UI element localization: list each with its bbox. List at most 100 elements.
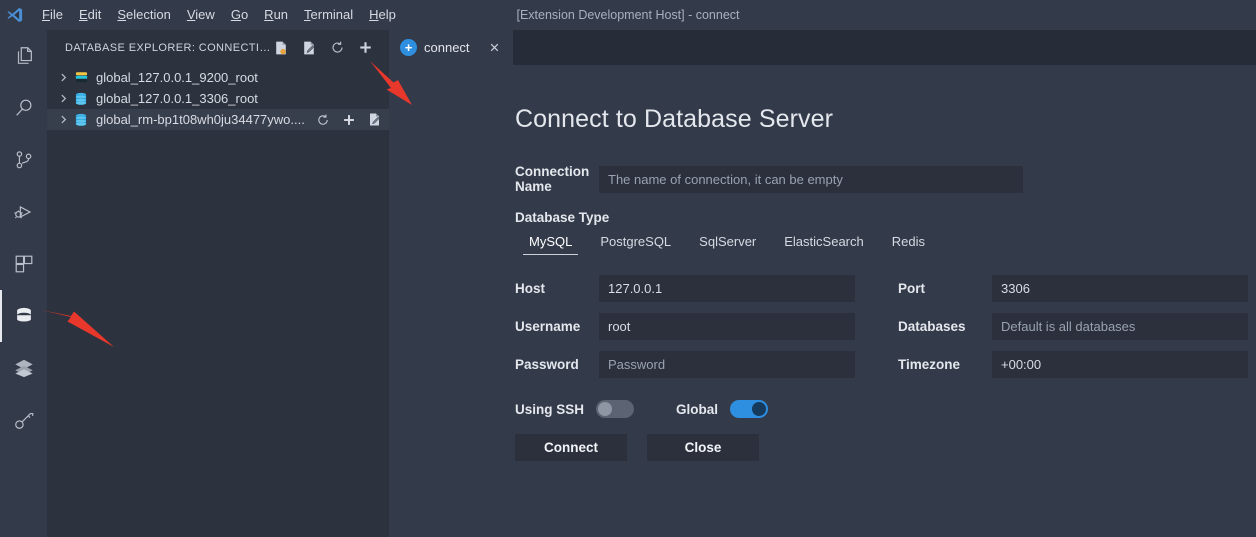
menu-run[interactable]: Run	[256, 4, 296, 26]
menu-bar: File Edit Selection View Go Run Terminal…	[34, 0, 404, 30]
menu-selection[interactable]: Selection	[109, 4, 178, 26]
timezone-row: Timezone	[898, 351, 1248, 378]
activity-item-source-control[interactable]	[0, 134, 47, 186]
plus-icon[interactable]	[355, 38, 375, 58]
layers-icon	[13, 357, 35, 379]
activity-item-extensions[interactable]	[0, 238, 47, 290]
port-row: Port	[898, 275, 1248, 302]
edit-file-icon[interactable]	[299, 38, 319, 58]
dbtype-tab-sqlserver[interactable]: SqlServer	[685, 232, 770, 255]
refresh-icon[interactable]	[327, 38, 347, 58]
connect-form: Connect to Database Server Connection Na…	[389, 65, 1256, 461]
database-type-label: Database Type	[515, 210, 610, 225]
username-label: Username	[515, 319, 581, 334]
activity-item-layers[interactable]	[0, 342, 47, 394]
tree-item-label: global_127.0.0.1_3306_root	[96, 91, 258, 106]
mysql-database-icon	[71, 112, 91, 128]
sql-file-icon[interactable]	[271, 38, 291, 58]
password-input[interactable]	[599, 351, 855, 378]
tab-label: connect	[424, 40, 470, 55]
menu-view-rest: iew	[195, 7, 215, 22]
menu-help-rest: elp	[378, 7, 396, 22]
menu-terminal[interactable]: Terminal	[296, 4, 361, 26]
menu-edit[interactable]: Edit	[71, 4, 109, 26]
connection-name-label: Connection Name	[515, 164, 590, 194]
host-row: Host	[515, 275, 855, 302]
activity-item-database[interactable]	[0, 290, 47, 342]
database-type-tabs: MySQL PostgreSQL SqlServer ElasticSearch…	[515, 232, 1256, 255]
tab-connect[interactable]: + connect	[389, 30, 513, 65]
fields-column-right: Port Databases Timezone	[898, 275, 1248, 389]
databases-input[interactable]	[992, 313, 1248, 340]
using-ssh-label: Using SSH	[515, 401, 585, 417]
plus-circle-icon: +	[400, 39, 417, 56]
vscode-logo-icon	[0, 0, 30, 30]
toggle-knob	[598, 402, 613, 416]
menu-help[interactable]: Help	[361, 4, 404, 26]
menu-view[interactable]: View	[179, 4, 223, 26]
timezone-label: Timezone	[898, 357, 961, 372]
sidebar-header: DATABASE EXPLORER: CONNECTIO...	[47, 30, 389, 65]
menu-go[interactable]: Go	[223, 4, 256, 26]
connect-button[interactable]: Connect	[515, 434, 627, 461]
mysql-database-icon	[71, 91, 91, 107]
sidebar-title: DATABASE EXPLORER: CONNECTIO...	[65, 41, 271, 54]
menu-file-rest: ile	[49, 7, 63, 22]
toggles-row: Using SSH Global	[515, 400, 1256, 418]
refresh-icon[interactable]	[313, 110, 333, 130]
tree-row[interactable]: global_rm-bp1t08wh0ju34477ywo....	[47, 109, 389, 130]
tree-row[interactable]: global_127.0.0.1_9200_root	[47, 67, 389, 88]
port-label: Port	[898, 281, 925, 296]
close-button[interactable]: Close	[647, 434, 759, 461]
fields-column-left: Host Username Password	[515, 275, 855, 389]
plus-icon[interactable]	[339, 110, 359, 130]
connection-name-input[interactable]	[599, 165, 1023, 193]
activity-item-run-and-debug[interactable]	[0, 186, 47, 238]
dbtype-tab-elasticsearch[interactable]: ElasticSearch	[770, 232, 877, 255]
sidebar: DATABASE EXPLORER: CONNECTIO... global_1…	[47, 30, 389, 537]
databases-label: Databases	[898, 319, 966, 334]
elasticsearch-icon	[71, 70, 91, 85]
using-ssh-toggle[interactable]	[596, 400, 635, 418]
tree-row-actions	[313, 110, 385, 130]
menu-file[interactable]: File	[34, 4, 71, 26]
extensions-icon	[13, 253, 35, 275]
key-icon	[13, 409, 35, 431]
password-row: Password	[515, 351, 855, 378]
menu-edit-rest: dit	[87, 7, 102, 22]
menu-selection-rest: election	[126, 7, 171, 22]
source-control-icon	[13, 149, 35, 171]
chevron-right-icon[interactable]	[55, 70, 71, 86]
close-icon[interactable]	[487, 40, 503, 56]
dbtype-tab-redis[interactable]: Redis	[878, 232, 939, 255]
database-icon	[13, 305, 35, 327]
files-icon	[13, 45, 35, 67]
dbtype-tab-mysql[interactable]: MySQL	[515, 232, 586, 255]
tree-item-label: global_rm-bp1t08wh0ju34477ywo....	[96, 112, 305, 127]
run-debug-icon	[13, 201, 35, 223]
search-icon	[13, 97, 35, 119]
chevron-right-icon[interactable]	[55, 91, 71, 107]
dbtype-tab-postgresql[interactable]: PostgreSQL	[586, 232, 685, 255]
activity-bar	[0, 30, 47, 537]
menu-run-rest: un	[273, 7, 289, 22]
host-input[interactable]	[599, 275, 855, 302]
activity-item-search[interactable]	[0, 82, 47, 134]
menu-go-rest: o	[240, 7, 249, 22]
edit-file-icon[interactable]	[365, 110, 385, 130]
tree-item-label: global_127.0.0.1_9200_root	[96, 70, 258, 85]
tree-row[interactable]: global_127.0.0.1_3306_root	[47, 88, 389, 109]
sidebar-action-bar	[271, 38, 383, 58]
activity-item-explorer[interactable]	[0, 30, 47, 82]
host-label: Host	[515, 281, 545, 296]
chevron-right-icon[interactable]	[55, 112, 71, 128]
global-toggle[interactable]	[730, 400, 769, 418]
global-label: Global	[676, 401, 719, 417]
toggle-knob	[752, 402, 767, 416]
username-input[interactable]	[599, 313, 855, 340]
timezone-input[interactable]	[992, 351, 1248, 378]
page-title: Connect to Database Server	[515, 105, 834, 133]
port-input[interactable]	[992, 275, 1248, 302]
editor-area: + connect Connect to Database Server Con…	[389, 30, 1256, 537]
activity-item-key[interactable]	[0, 394, 47, 446]
